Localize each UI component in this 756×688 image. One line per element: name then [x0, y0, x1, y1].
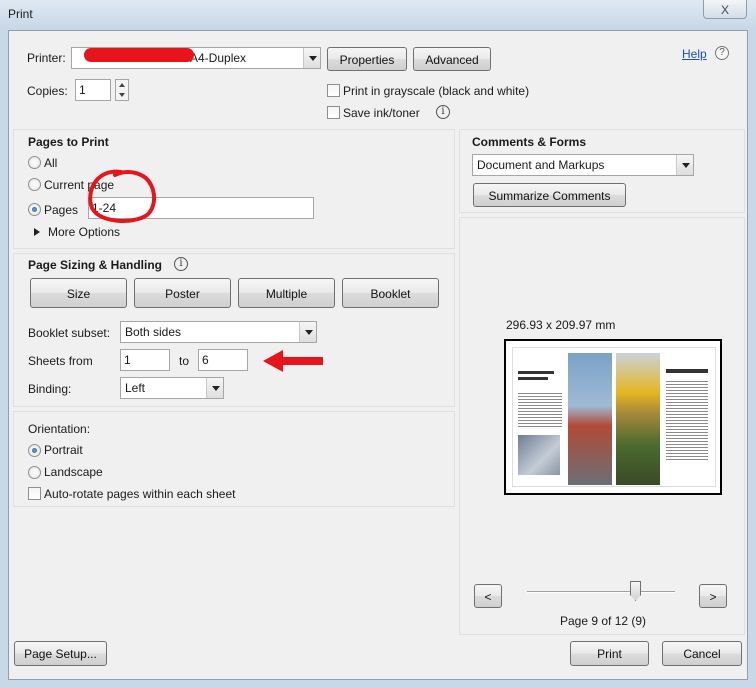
advanced-button[interactable]: Advanced: [413, 47, 491, 71]
paper-size-label: 296.93 x 209.97 mm: [506, 318, 616, 332]
printer-label: Printer:: [27, 51, 66, 65]
preview-article-heading: [518, 377, 548, 380]
binding-label: Binding:: [28, 382, 72, 396]
comments-forms-heading: Comments & Forms: [472, 135, 587, 149]
page-sizing-heading: Page Sizing & Handling: [28, 258, 163, 272]
preview-article-heading: [666, 369, 708, 373]
help-icon[interactable]: ?: [715, 46, 729, 60]
autorotate-checkbox[interactable]: [28, 487, 41, 500]
comments-forms-select[interactable]: Document and Markups: [472, 154, 694, 176]
preview-worker-photo: [616, 353, 660, 485]
autorotate-label: Auto-rotate pages within each sheet: [44, 487, 236, 501]
size-tab-button[interactable]: Size: [30, 278, 127, 308]
landscape-label: Landscape: [44, 465, 103, 479]
preview-body-text: [666, 381, 708, 461]
binding-value: Left: [125, 381, 146, 395]
close-button[interactable]: X: [703, 0, 747, 19]
properties-button[interactable]: Properties: [327, 47, 407, 71]
sheets-to-label: to: [179, 354, 190, 368]
grayscale-checkbox[interactable]: [327, 84, 340, 97]
info-icon[interactable]: i: [174, 257, 188, 271]
sheets-from-label: Sheets from: [28, 354, 93, 368]
chevron-down-icon: [303, 48, 320, 68]
booklet-tab-button[interactable]: Booklet: [342, 278, 439, 308]
red-arrow-annotation: [263, 350, 323, 372]
preview-article-heading: [518, 371, 554, 374]
pages-to-print-heading: Pages to Print: [28, 135, 109, 149]
radio-pages[interactable]: [28, 203, 41, 216]
help-link[interactable]: Help: [682, 47, 707, 61]
title-bar: Print X: [0, 0, 756, 30]
window-title: Print: [8, 7, 33, 21]
expand-triangle-icon[interactable]: [34, 228, 40, 236]
save-ink-label: Save ink/toner: [343, 106, 420, 120]
poster-tab-button[interactable]: Poster: [134, 278, 231, 308]
pages-to-print-panel: Pages to Print All Current page Pages 1-…: [13, 129, 455, 249]
printer-name: A4-Duplex: [190, 51, 247, 65]
copies-label: Copies:: [27, 84, 68, 98]
stepper-up-icon[interactable]: [119, 83, 125, 87]
preview-construction-photo: [568, 353, 612, 485]
preview-body-text: [518, 393, 562, 429]
radio-all[interactable]: [28, 156, 41, 169]
orientation-heading: Orientation:: [28, 422, 91, 436]
print-preview-page: [504, 339, 722, 495]
cancel-button[interactable]: Cancel: [662, 641, 742, 666]
radio-landscape[interactable]: [28, 466, 41, 479]
radio-portrait[interactable]: [28, 444, 41, 457]
red-circle-annotation: [88, 169, 157, 223]
multiple-tab-button[interactable]: Multiple: [238, 278, 335, 308]
radio-current-page[interactable]: [28, 178, 41, 191]
page-sizing-panel: Page Sizing & Handling i Size Poster Mul…: [13, 253, 455, 407]
chevron-down-icon: [206, 378, 223, 398]
booklet-subset-value: Both sides: [125, 325, 182, 339]
comments-forms-value: Document and Markups: [477, 158, 605, 172]
page-setup-button[interactable]: Page Setup...: [14, 641, 107, 666]
preview-machine-photo: [518, 435, 560, 475]
copies-stepper[interactable]: [115, 79, 129, 101]
all-label: All: [44, 156, 58, 170]
print-button[interactable]: Print: [570, 641, 649, 666]
info-icon[interactable]: i: [436, 105, 450, 119]
comments-forms-panel: Comments & Forms Document and Markups Su…: [459, 129, 745, 213]
previous-page-button[interactable]: <: [474, 584, 502, 608]
sheets-to-input[interactable]: 6: [198, 349, 248, 371]
next-page-button[interactable]: >: [699, 584, 727, 608]
sheets-from-input[interactable]: 1: [120, 349, 170, 371]
booklet-subset-select[interactable]: Both sides: [120, 321, 317, 343]
page-status: Page 9 of 12 (9): [560, 614, 647, 628]
chevron-down-icon: [676, 155, 693, 175]
orientation-panel: Orientation: Portrait Landscape Auto-rot…: [13, 411, 455, 507]
page-slider-track[interactable]: [527, 591, 675, 593]
chevron-down-icon: [299, 322, 316, 342]
stepper-down-icon[interactable]: [119, 93, 125, 97]
pages-label: Pages: [44, 203, 79, 217]
summarize-comments-button[interactable]: Summarize Comments: [473, 183, 626, 207]
save-ink-checkbox[interactable]: [327, 106, 340, 119]
booklet-subset-label: Booklet subset:: [28, 326, 111, 340]
binding-select[interactable]: Left: [120, 377, 224, 399]
grayscale-label: Print in grayscale (black and white): [343, 84, 530, 98]
copies-input[interactable]: 1: [75, 79, 111, 101]
redaction-mark: [84, 48, 194, 62]
portrait-label: Portrait: [44, 443, 83, 457]
print-dialog: Printer: A4-Duplex Properties Advanced H…: [8, 30, 748, 680]
